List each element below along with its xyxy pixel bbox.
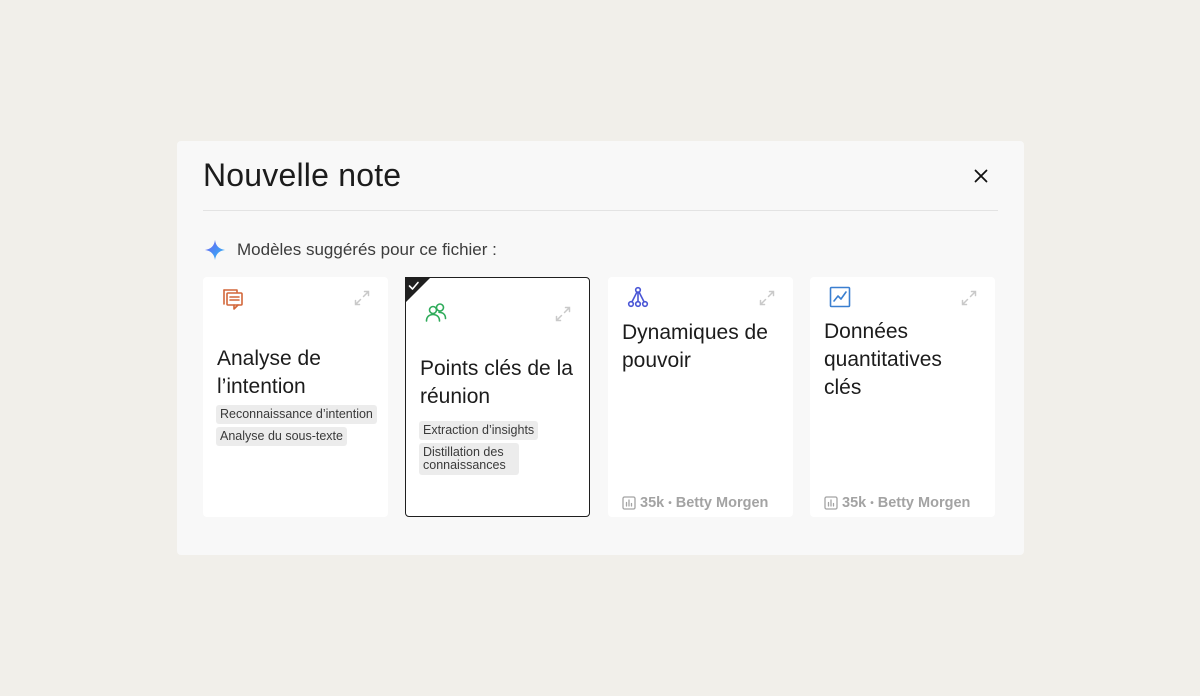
card-tags: Reconnaissance d’intention Analyse du so… bbox=[216, 405, 377, 446]
card-meta: 35k • Betty Morgen bbox=[622, 495, 768, 511]
expand-icon[interactable] bbox=[961, 290, 977, 306]
close-button[interactable] bbox=[970, 165, 992, 187]
people-icon bbox=[425, 303, 447, 322]
line-chart-icon bbox=[829, 286, 851, 308]
close-icon bbox=[974, 169, 988, 183]
new-note-modal: Nouvelle note Modèles suggérés pour ce f… bbox=[177, 141, 1024, 555]
meta-separator: • bbox=[870, 497, 874, 509]
chat-list-icon bbox=[223, 289, 243, 310]
author-name: Betty Morgen bbox=[675, 495, 769, 511]
sparkle-icon bbox=[204, 239, 226, 261]
template-card-power-dynamics[interactable]: Dynamiques de pouvoir 35k • Betty Morgen bbox=[608, 277, 793, 517]
usage-count: 35k bbox=[842, 495, 867, 511]
tag: Distillation des connaissances bbox=[419, 443, 519, 475]
card-title: Données quantitatives clés bbox=[824, 320, 942, 399]
template-card-intent-analysis[interactable]: Analyse de l’intention Reconnaissance d’… bbox=[203, 277, 388, 517]
tag: Extraction d’insights bbox=[419, 421, 539, 440]
header-divider bbox=[203, 210, 998, 211]
network-icon bbox=[627, 286, 649, 308]
suggestions-label: Modèles suggérés pour ce fichier : bbox=[237, 240, 497, 259]
template-card-key-quantitative-data[interactable]: Données quantitatives clés 35k • Betty M… bbox=[810, 277, 995, 517]
selected-check-icon bbox=[405, 277, 431, 303]
usage-count: 35k bbox=[640, 495, 665, 511]
usage-chart-icon bbox=[622, 496, 636, 510]
usage-chart-icon bbox=[824, 496, 838, 510]
expand-icon[interactable] bbox=[555, 306, 571, 322]
modal-title: Nouvelle note bbox=[203, 157, 402, 193]
card-tags: Extraction d’insights Distillation des c… bbox=[419, 421, 539, 475]
card-title: Points clés de la réunion bbox=[420, 357, 573, 408]
author-name: Betty Morgen bbox=[877, 495, 971, 511]
card-title: Dynamiques de pouvoir bbox=[622, 321, 768, 372]
card-meta: 35k • Betty Morgen bbox=[824, 495, 970, 511]
template-card-meeting-key-points[interactable]: Points clés de la réunion Extraction d’i… bbox=[405, 277, 590, 517]
card-title: Analyse de l’intention bbox=[217, 347, 321, 398]
tag: Reconnaissance d’intention bbox=[216, 405, 377, 424]
expand-icon[interactable] bbox=[354, 290, 370, 306]
suggestions-header: Modèles suggérés pour ce fichier : bbox=[204, 239, 497, 261]
tag: Analyse du sous-texte bbox=[216, 427, 347, 446]
expand-icon[interactable] bbox=[759, 290, 775, 306]
meta-separator: • bbox=[668, 497, 672, 509]
